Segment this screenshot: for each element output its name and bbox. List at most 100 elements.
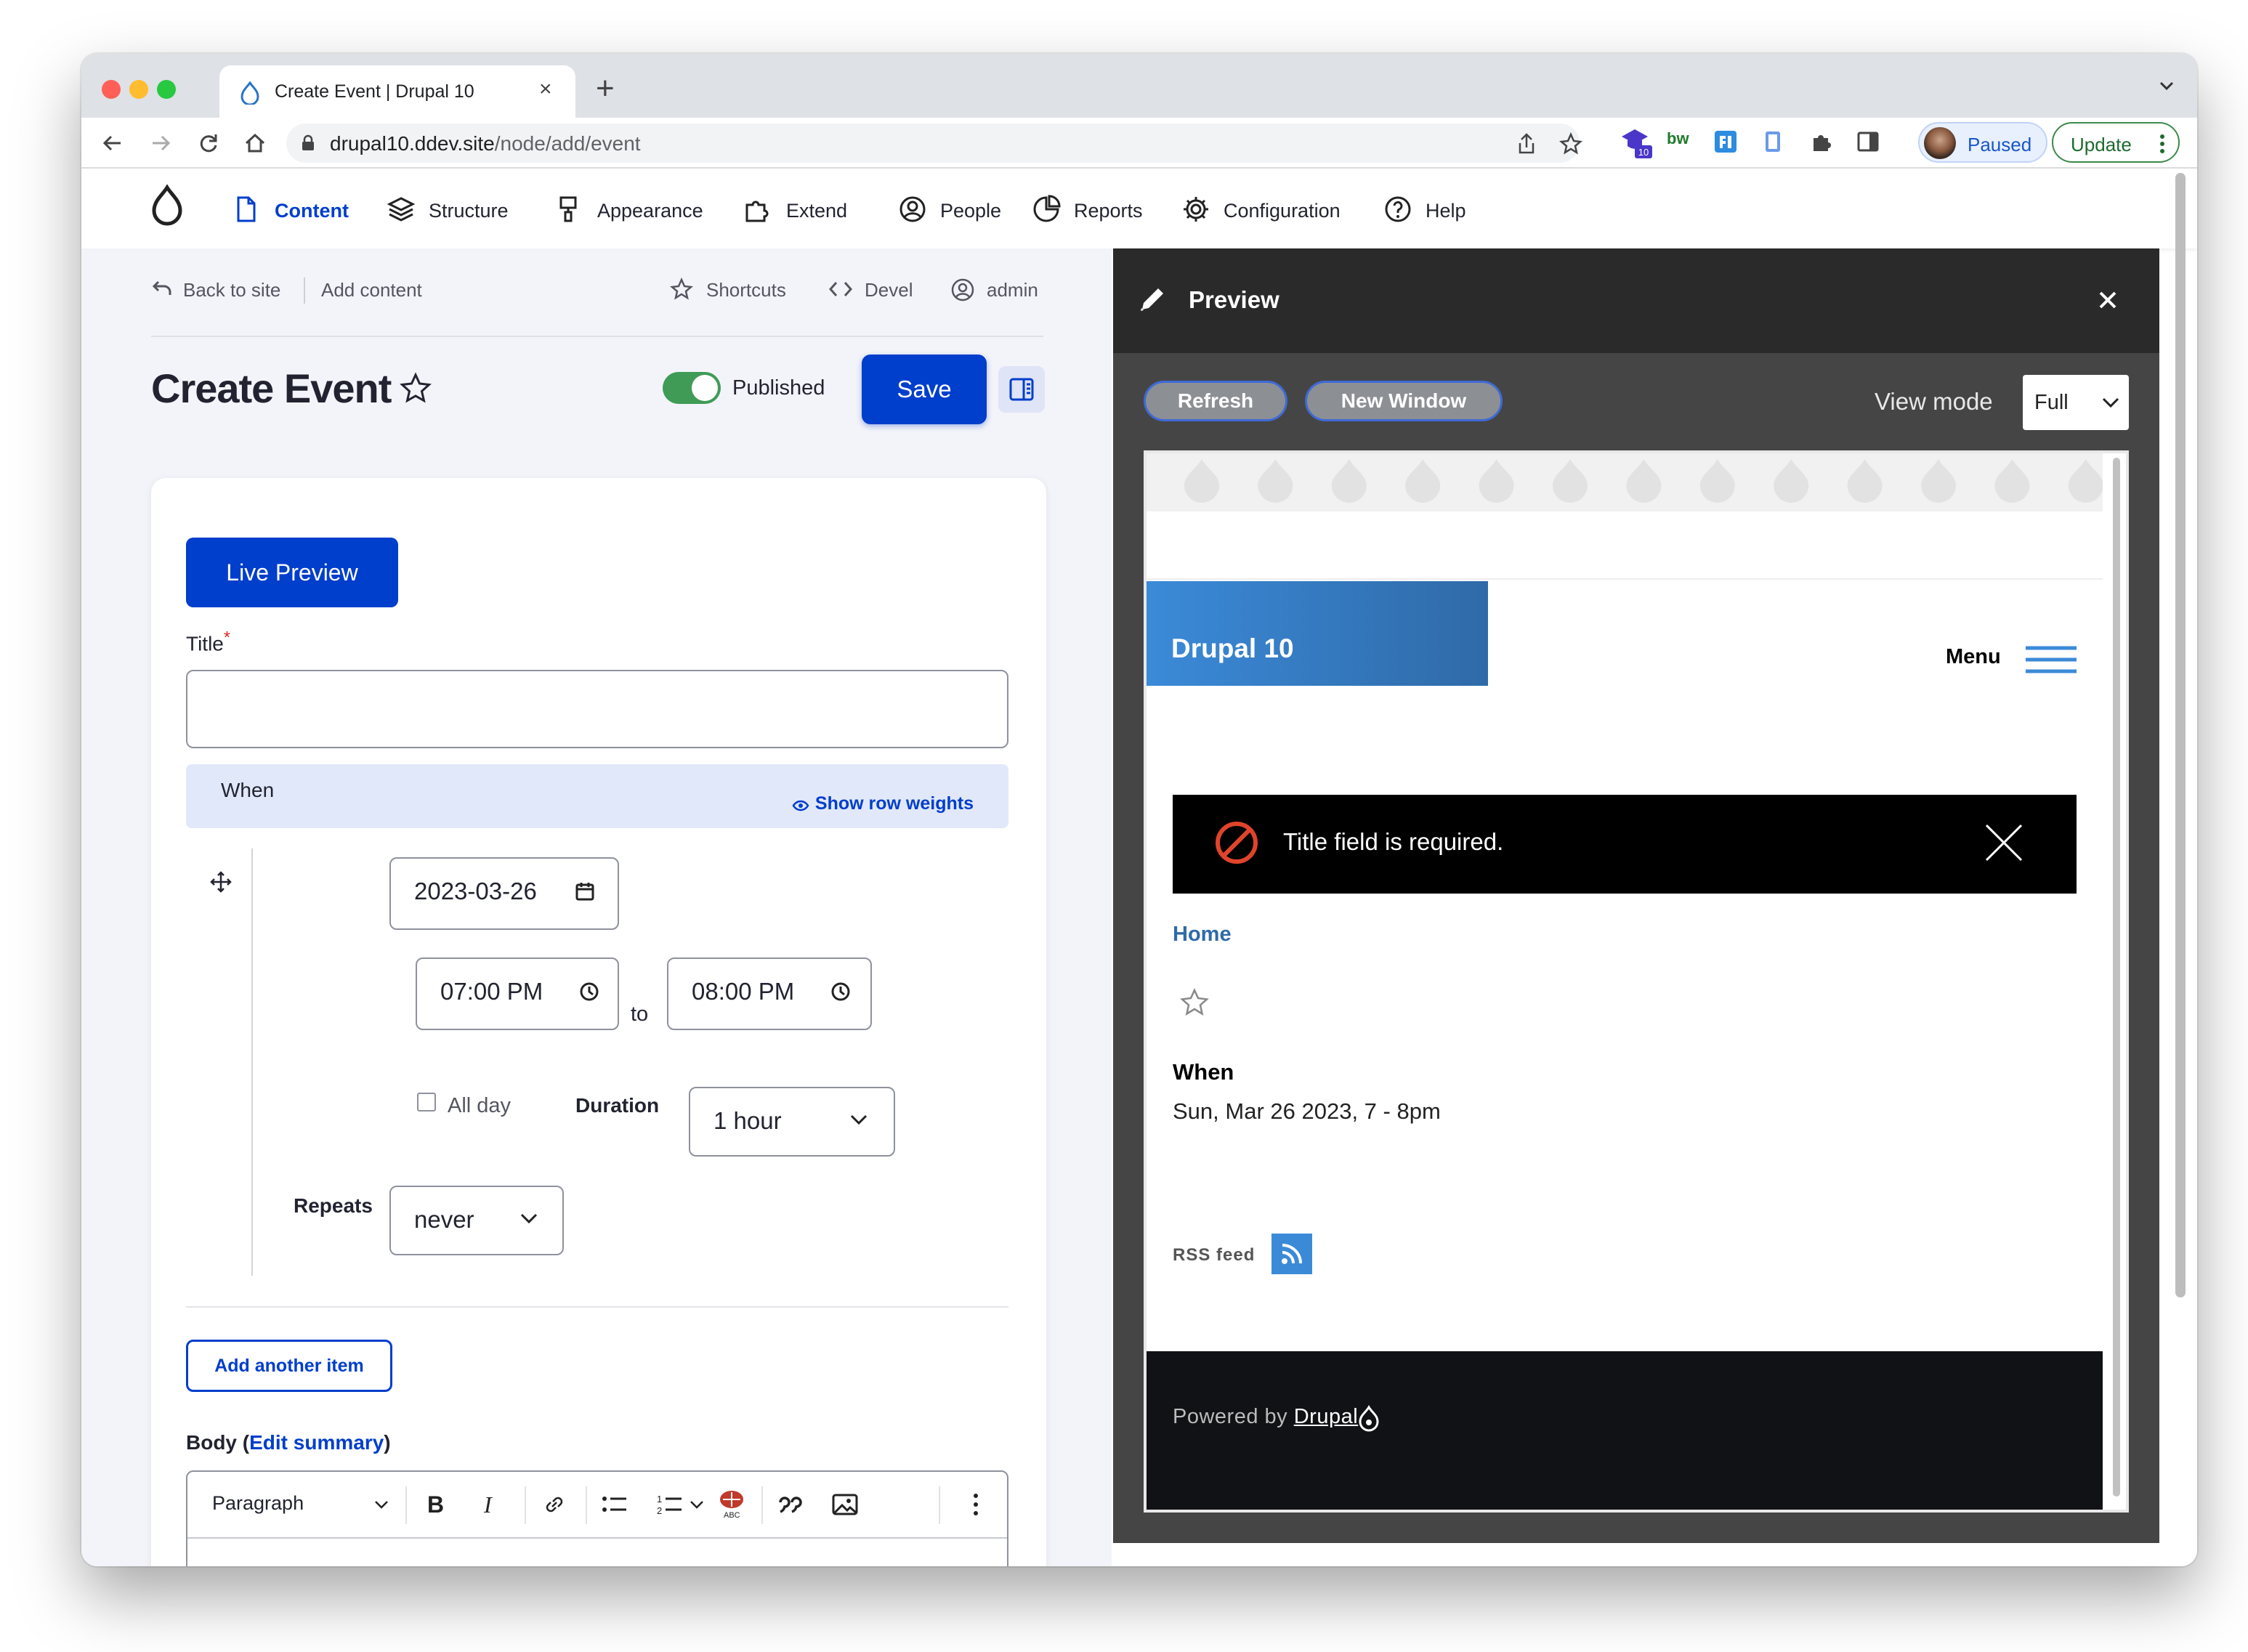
drop-shape [1331,459,1367,503]
preview-title: Preview [1189,286,1279,313]
drop-shape [1774,459,1809,503]
end-time-input[interactable]: 08:00 PM [667,957,872,1030]
document-extension-icon[interactable] [1761,129,1786,154]
reload-icon[interactable] [196,131,221,155]
lock-icon[interactable] [301,134,315,152]
powered-by-label: Powered by [1173,1405,1288,1428]
toolbar-separator [525,1486,526,1524]
close-icon[interactable] [1984,822,2024,863]
more-options-icon[interactable] [972,1492,979,1517]
drop-shape [1921,459,1956,503]
address-bar[interactable]: drupal10.ddev.site/node/add/event [286,124,1582,163]
menu-configuration-label: Configuration [1224,200,1341,222]
menu-label[interactable]: Menu [1946,645,2001,669]
end-time-value: 08:00 PM [692,978,795,1005]
italic-icon[interactable]: I [480,1492,501,1518]
duration-select[interactable]: 1 hour [689,1087,895,1157]
toolbar-separator [586,1486,587,1524]
tab-search-chevron-icon[interactable] [2158,80,2175,92]
spellcheck-icon[interactable]: ABC [716,1488,747,1520]
published-toggle[interactable] [663,372,721,404]
shortcut-star-icon[interactable] [400,372,432,404]
start-time-input[interactable]: 07:00 PM [416,957,619,1030]
puzzle-extensions-icon[interactable] [1809,129,1834,154]
live-preview-button[interactable]: Live Preview [186,538,398,607]
star-icon[interactable] [1180,988,1209,1017]
all-day-checkbox[interactable] [417,1093,436,1112]
heading-format-dropdown[interactable]: Paragraph [212,1492,304,1515]
forward-arrow-icon[interactable] [148,131,173,155]
image-icon[interactable] [831,1492,859,1517]
drop-shape [1994,459,2030,503]
menu-reports-label: Reports [1074,200,1143,222]
drag-handle-icon[interactable] [209,870,233,894]
new-tab-button[interactable]: + [596,73,615,105]
refresh-button[interactable]: Refresh [1144,381,1287,421]
bulleted-list-icon[interactable] [600,1492,629,1517]
add-content-link[interactable]: Add content [321,279,422,301]
view-mode-value: Full [2034,391,2069,414]
minimize-window-button[interactable] [129,80,148,99]
numbered-list-icon[interactable]: 12 [655,1492,684,1517]
menu-structure-label: Structure [429,200,509,222]
editor-toolbar: Paragraph B I 12 ABC [187,1472,1007,1539]
preview-iframe[interactable]: Drupal 10 Menu Title field is required. … [1144,450,2129,1513]
toggle-knob [692,375,718,401]
add-another-item-button[interactable]: Add another item [186,1340,392,1392]
bw-extension-icon[interactable]: bw [1667,129,1689,148]
show-row-weights-link[interactable]: Show row weights [792,793,974,814]
home-icon[interactable] [243,131,267,155]
chevron-down-icon [520,1213,538,1224]
blockquote-icon[interactable] [777,1492,805,1517]
close-icon[interactable] [2097,289,2119,311]
url-text[interactable]: drupal10.ddev.site/node/add/event [330,132,641,155]
date-input[interactable]: 2023-03-26 [389,857,619,930]
shortcuts-label: Shortcuts [706,279,786,301]
profile-paused-button[interactable]: Paused [1918,122,2047,163]
appearance-icon [559,196,577,222]
star-icon [670,278,693,300]
drop-shape [1847,459,1883,503]
preview-when-label: When [1173,1059,1234,1085]
browser-tab[interactable]: Create Event | Drupal 10 × [219,65,575,118]
preview-scrollbar[interactable] [2113,458,2120,1497]
chevron-down-icon[interactable] [689,1499,705,1510]
share-icon[interactable] [1516,132,1537,155]
site-name: Drupal 10 [1171,633,1294,663]
error-message: Title field is required. [1173,795,2077,894]
svg-text:ABC: ABC [724,1511,740,1520]
edit-summary-link[interactable]: Edit summary [249,1431,384,1454]
repeats-select[interactable]: never [389,1186,564,1255]
view-mode-select[interactable]: Full [2023,375,2129,430]
close-window-button[interactable] [102,80,121,99]
drupal-logo-icon[interactable] [150,185,185,228]
new-window-button[interactable]: New Window [1305,381,1503,421]
zoom-window-button[interactable] [157,80,176,99]
chevron-down-icon [850,1114,868,1125]
rss-feed-button[interactable] [1271,1234,1312,1274]
page-scrollbar[interactable] [2175,173,2186,1297]
back-arrow-icon[interactable] [100,131,125,155]
bookmark-star-icon[interactable] [1559,132,1582,155]
all-day-label: All day [448,1094,512,1117]
blue-extension-icon[interactable] [1713,129,1738,154]
side-panel-icon[interactable] [1856,129,1880,154]
drop-shape [1184,459,1219,503]
drupal-link[interactable]: Drupal [1294,1405,1358,1428]
live-preview-panel: Preview Refresh New Window View mode Ful… [1113,248,2159,1543]
body-editor[interactable]: Paragraph B I 12 ABC [186,1470,1008,1566]
svg-text:10: 10 [1638,147,1649,158]
bold-icon[interactable]: B [424,1492,446,1518]
update-button[interactable]: Update [2052,122,2180,163]
graduation-cap-extension-icon[interactable]: 10 [1620,125,1654,160]
breadcrumb-home-link[interactable]: Home [1173,923,1232,947]
sidebar-toggle-button[interactable] [998,366,1045,413]
tab-close-icon[interactable]: × [539,78,552,100]
title-input[interactable] [186,670,1008,748]
user-icon [951,278,974,301]
hamburger-menu-icon[interactable] [2024,645,2078,674]
site-branding[interactable]: Drupal 10 [1147,581,1488,686]
toolbar-separator [939,1486,940,1524]
link-icon[interactable] [542,1492,567,1517]
save-button[interactable]: Save [862,355,987,424]
